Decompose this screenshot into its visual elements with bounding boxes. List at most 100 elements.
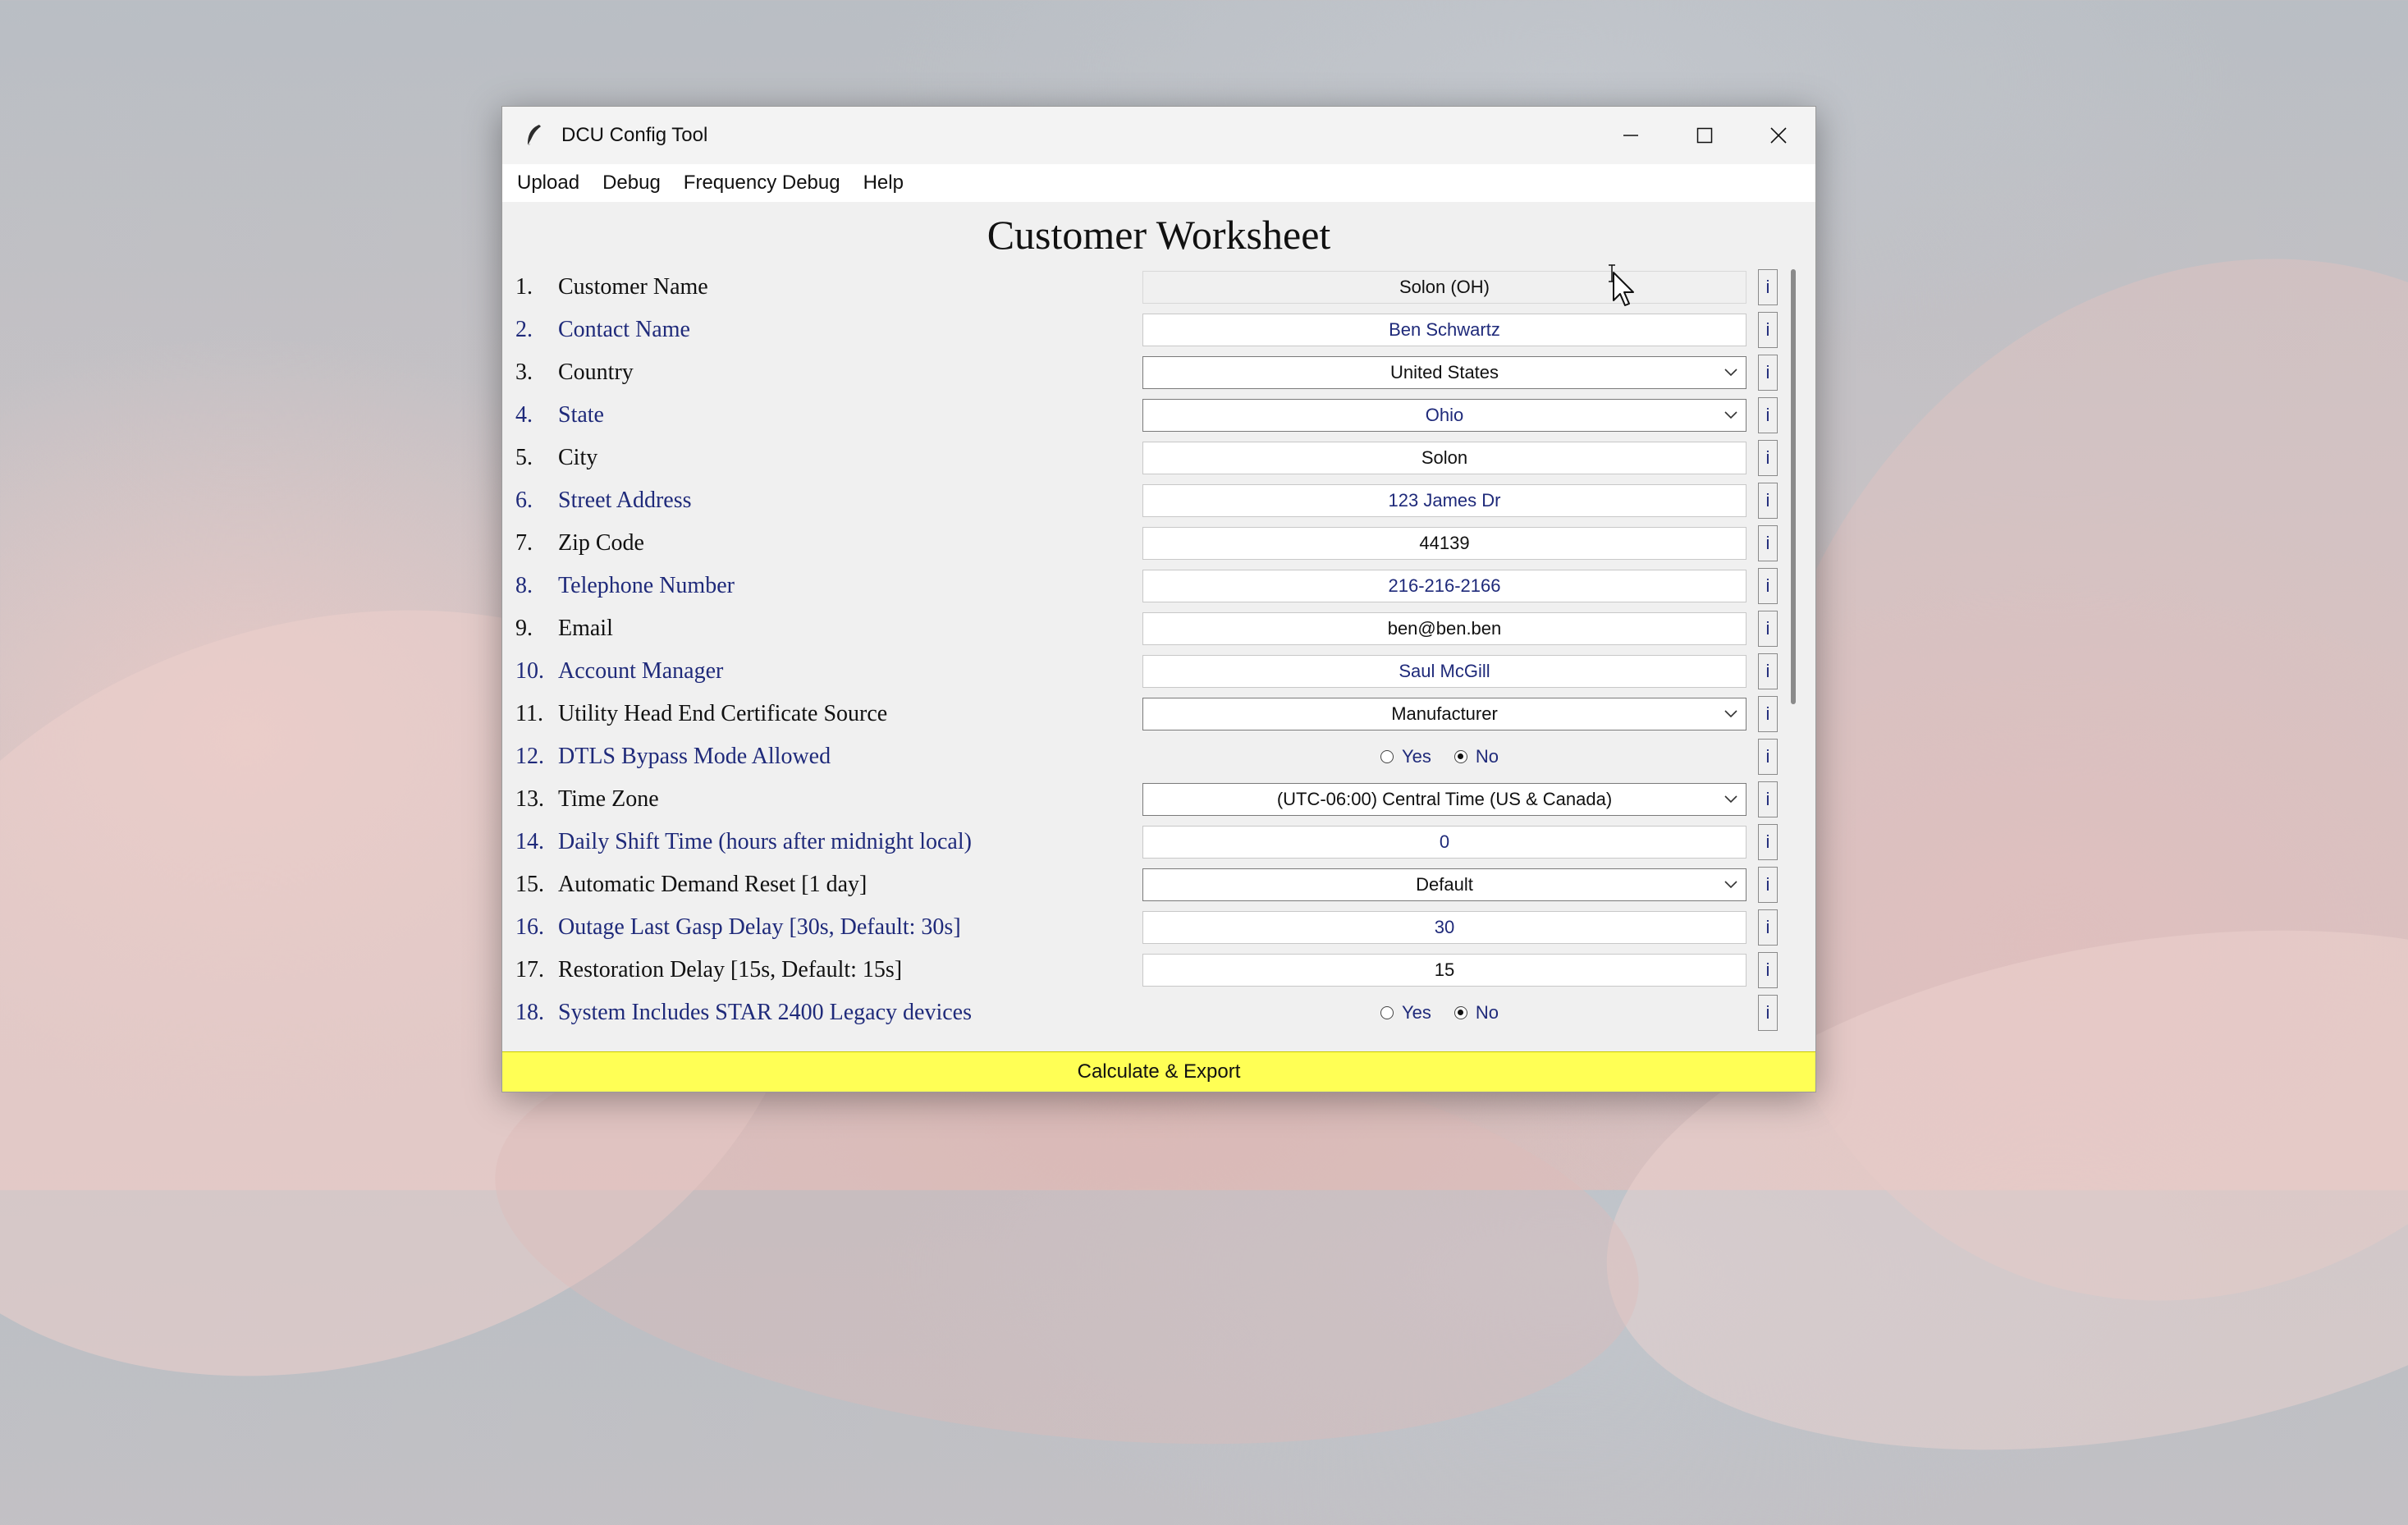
info-button[interactable]: i <box>1758 397 1778 433</box>
field-label: Customer Name <box>558 274 708 300</box>
chevron-down-icon <box>1724 400 1737 431</box>
dropdown-select[interactable]: Default <box>1142 868 1746 901</box>
form-row: 13. Time Zone (UTC-06:00) Central Time (US… <box>502 780 1815 819</box>
row-number: 18. <box>515 1000 544 1025</box>
title-bar[interactable]: DCU Config Tool <box>502 107 1815 164</box>
info-button[interactable]: i <box>1758 781 1778 817</box>
dropdown-select[interactable]: Ohio <box>1142 399 1746 432</box>
info-button[interactable]: i <box>1758 995 1778 1031</box>
minimize-button[interactable] <box>1594 107 1668 164</box>
info-button[interactable]: i <box>1758 483 1778 519</box>
form-row: 3. Country United States i <box>502 353 1815 392</box>
info-button[interactable]: i <box>1758 867 1778 903</box>
info-button[interactable]: i <box>1758 269 1778 305</box>
form-row: 2. Contact Name Ben Schwartz i <box>502 310 1815 350</box>
radio-label[interactable]: Yes <box>1402 746 1431 767</box>
form-row: 17. Restoration Delay [15s, Default: 15s]… <box>502 950 1815 990</box>
chevron-down-icon <box>1724 357 1737 388</box>
menu-help[interactable]: Help <box>852 164 915 202</box>
text-input[interactable]: Saul McGill <box>1142 655 1746 688</box>
maximize-icon <box>1696 127 1713 144</box>
form-row: 5. City Solon i <box>502 438 1815 478</box>
info-button[interactable]: i <box>1758 611 1778 647</box>
menu-upload[interactable]: Upload <box>506 164 591 202</box>
window-title: DCU Config Tool <box>561 124 708 146</box>
row-number: 6. <box>515 488 533 513</box>
app-window: DCU Config Tool Upload Debug Frequency D… <box>501 106 1816 1092</box>
selected-value: United States <box>1389 362 1499 382</box>
row-number: 3. <box>515 359 533 385</box>
field-label: Account Manager <box>558 658 724 684</box>
maximize-button[interactable] <box>1668 107 1742 164</box>
text-input[interactable]: 44139 <box>1142 527 1746 560</box>
chevron-down-icon <box>1724 869 1737 900</box>
info-button[interactable]: i <box>1758 653 1778 689</box>
radio-no[interactable] <box>1453 750 1467 763</box>
selected-value: Default <box>1416 874 1473 895</box>
radio-yes[interactable] <box>1380 1006 1394 1019</box>
radio-label[interactable]: No <box>1476 1002 1499 1024</box>
row-number: 2. <box>515 317 533 342</box>
info-button[interactable]: i <box>1758 312 1778 348</box>
form-row: 9. Email ben@ben.ben i <box>502 609 1815 648</box>
info-button[interactable]: i <box>1758 952 1778 988</box>
field-label: City <box>558 445 598 470</box>
radio-label[interactable]: Yes <box>1402 1002 1431 1024</box>
menu-frequency-debug[interactable]: Frequency Debug <box>672 164 852 202</box>
menu-debug[interactable]: Debug <box>591 164 672 202</box>
form-row: 15. Automatic Demand Reset [1 day] Default… <box>502 865 1815 904</box>
minimize-icon <box>1623 135 1638 136</box>
page-title: Customer Worksheet <box>987 212 1331 258</box>
selected-value: Ohio <box>1425 405 1464 425</box>
info-button[interactable]: i <box>1758 909 1778 946</box>
close-button[interactable] <box>1742 107 1815 164</box>
form-row: 7. Zip Code 44139 i <box>502 524 1815 563</box>
text-input[interactable]: 30 <box>1142 911 1746 944</box>
field-label: Time Zone <box>558 786 659 812</box>
row-number: 16. <box>515 914 544 940</box>
radio-no[interactable] <box>1453 1006 1467 1019</box>
text-input[interactable]: 0 <box>1142 826 1746 859</box>
info-button[interactable]: i <box>1758 739 1778 775</box>
field-label: DTLS Bypass Mode Allowed <box>558 744 831 769</box>
radio-yes[interactable] <box>1380 750 1394 763</box>
form-row: 14. Daily Shift Time (hours after midnigh… <box>502 822 1815 862</box>
text-input[interactable]: 216-216-2166 <box>1142 570 1746 602</box>
text-input[interactable]: Solon (OH) <box>1142 271 1746 304</box>
vertical-scrollbar[interactable] <box>1783 254 1806 1014</box>
field-label: State <box>558 402 604 428</box>
field-label: Automatic Demand Reset [1 day] <box>558 872 868 897</box>
dropdown-select[interactable]: Manufacturer <box>1142 698 1746 730</box>
info-button[interactable]: i <box>1758 568 1778 604</box>
text-input[interactable]: Solon <box>1142 442 1746 474</box>
scroll-thumb[interactable] <box>1791 269 1796 704</box>
form-row: 16. Outage Last Gasp Delay [30s, Default:… <box>502 908 1815 947</box>
radio-label[interactable]: No <box>1476 746 1499 767</box>
dropdown-select[interactable]: United States <box>1142 356 1746 389</box>
feather-icon <box>517 119 550 152</box>
text-input[interactable]: 15 <box>1142 954 1746 987</box>
dropdown-select[interactable]: (UTC-06:00) Central Time (US & Canada) <box>1142 783 1746 816</box>
text-input[interactable]: Ben Schwartz <box>1142 314 1746 346</box>
close-icon <box>1770 127 1787 144</box>
mouse-pointer-icon <box>1613 272 1634 306</box>
calculate-export-button[interactable]: Calculate & Export <box>502 1051 1815 1092</box>
text-input[interactable]: ben@ben.ben <box>1142 612 1746 645</box>
field-label: Street Address <box>558 488 692 513</box>
row-number: 15. <box>515 872 544 897</box>
text-input[interactable]: 123 James Dr <box>1142 484 1746 517</box>
info-button[interactable]: i <box>1758 824 1778 860</box>
row-number: 5. <box>515 445 533 470</box>
radio-group: Yes No <box>1380 737 1522 776</box>
info-button[interactable]: i <box>1758 696 1778 732</box>
field-label: Restoration Delay [15s, Default: 15s] <box>558 957 903 982</box>
chevron-down-icon <box>1724 784 1737 815</box>
worksheet-form: 1. Customer Name Solon (OH) i 2. Contact Name… <box>502 268 1815 1156</box>
field-label: Zip Code <box>558 530 644 556</box>
field-label: Country <box>558 359 634 385</box>
selected-value: (UTC-06:00) Central Time (US & Canada) <box>1276 789 1613 809</box>
row-number: 7. <box>515 530 533 556</box>
info-button[interactable]: i <box>1758 440 1778 476</box>
info-button[interactable]: i <box>1758 525 1778 561</box>
info-button[interactable]: i <box>1758 355 1778 391</box>
